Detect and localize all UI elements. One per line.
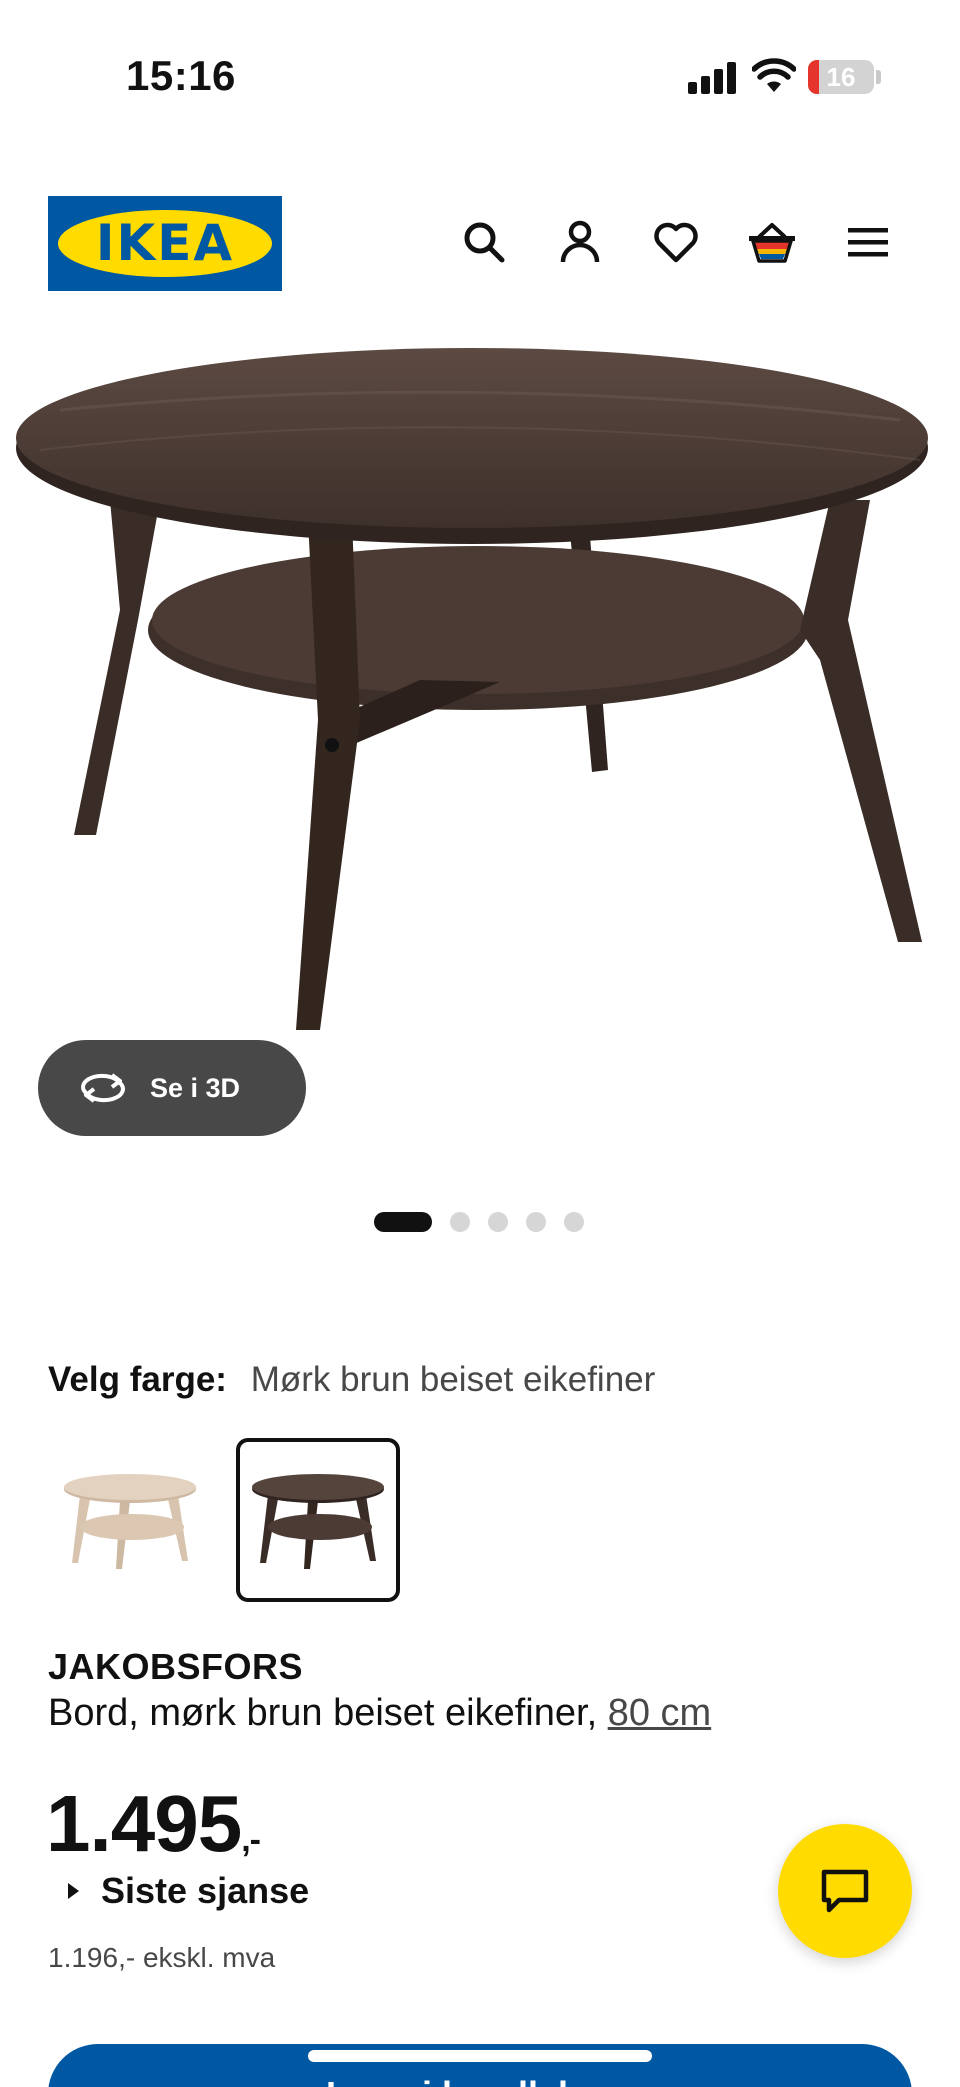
battery-indicator: 16: [808, 60, 874, 94]
status-bar: 15:16 16: [0, 0, 960, 150]
gallery-dot[interactable]: [488, 1212, 508, 1232]
cellular-signal-icon: [688, 62, 736, 94]
caret-right-icon: [68, 1883, 79, 1899]
product-description-text: Bord, mørk brun beiset eikefiner,: [48, 1692, 608, 1734]
light-table-thumbnail: [64, 1474, 196, 1569]
shopping-basket-icon[interactable]: [744, 214, 800, 270]
selected-color: Mørk brun beiset eikefiner: [250, 1360, 656, 1399]
menu-icon[interactable]: [840, 214, 896, 270]
registered-mark: ®: [262, 222, 270, 233]
profile-icon[interactable]: [552, 214, 608, 270]
chat-button[interactable]: [778, 1824, 912, 1958]
color-label: Velg farge:: [48, 1360, 227, 1399]
color-swatch-light[interactable]: [48, 1438, 212, 1602]
ikea-logo[interactable]: IKEA ®: [48, 196, 282, 291]
logo-text: IKEA: [95, 214, 235, 272]
last-chance-toggle[interactable]: Siste sjanse: [68, 1870, 309, 1912]
price-ex-vat: 1.196,- ekskl. mva: [48, 1942, 276, 1973]
see-in-3d-label: Se i 3D: [150, 1072, 241, 1103]
search-icon[interactable]: [456, 214, 512, 270]
product-price: 1.495,-: [46, 1778, 261, 1870]
rotate-3d-icon: [81, 1073, 125, 1103]
gallery-dot[interactable]: [564, 1212, 584, 1232]
price-suffix: ,-: [241, 1821, 261, 1859]
heart-icon[interactable]: [648, 214, 704, 270]
color-selection: Velg farge: Mørk brun beiset eikefiner: [48, 1360, 655, 1400]
last-chance-label: Siste sjanse: [101, 1870, 310, 1911]
gallery-dot[interactable]: [526, 1212, 546, 1232]
status-time: 15:16: [126, 52, 236, 99]
product-name: JAKOBSFORS: [48, 1646, 304, 1687]
price-value: 1.495: [46, 1779, 242, 1868]
gallery-dot[interactable]: [374, 1212, 432, 1232]
see-in-3d-button[interactable]: Se i 3D: [38, 1040, 306, 1136]
battery-percentage: 16: [826, 62, 856, 92]
gallery-pagination: [374, 1212, 602, 1232]
home-indicator: [308, 2050, 652, 2062]
dark-table-thumbnail: [252, 1474, 384, 1569]
wifi-icon: [752, 58, 796, 92]
chat-icon: [821, 1869, 869, 1913]
battery-nub: [876, 70, 881, 84]
product-image[interactable]: [0, 330, 960, 1050]
product-description: Bord, mørk brun beiset eikefiner, 80 cm: [48, 1692, 711, 1735]
product-size-link[interactable]: 80 cm: [608, 1692, 711, 1734]
color-swatch-dark[interactable]: [236, 1438, 400, 1602]
gallery-dot[interactable]: [450, 1212, 470, 1232]
add-to-cart-label: Legg i handlekurv: [48, 2074, 912, 2087]
